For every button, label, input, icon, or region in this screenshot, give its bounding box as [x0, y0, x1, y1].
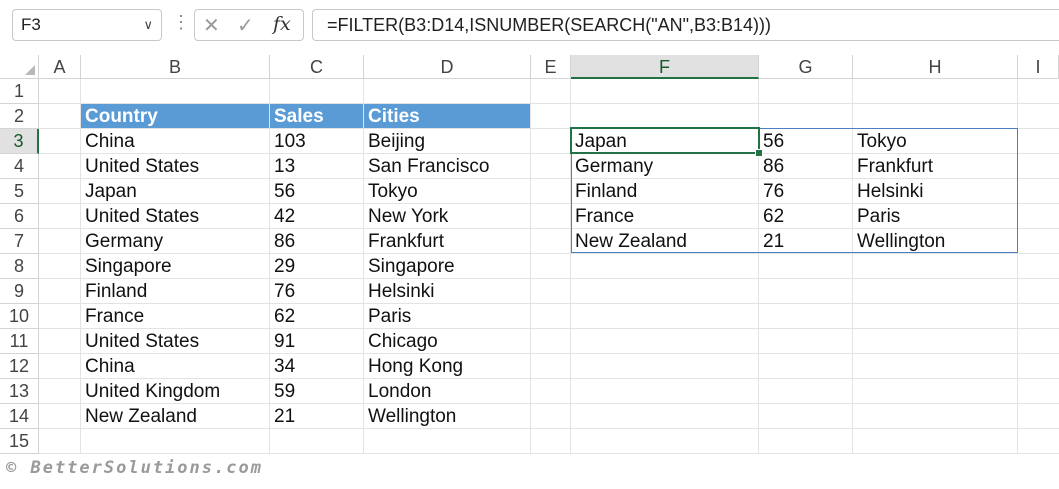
spill-cell[interactable]: 56 [759, 129, 852, 154]
table-header-cell[interactable]: Cities [364, 104, 530, 128]
spill-cell[interactable]: Finland [571, 179, 758, 204]
table-cell[interactable]: Hong Kong [364, 354, 530, 379]
table-cell[interactable]: Paris [364, 304, 530, 329]
table-cell[interactable]: 59 [270, 379, 363, 404]
spill-cell[interactable]: Wellington [853, 229, 1017, 254]
row-header-2[interactable]: 2 [0, 104, 39, 129]
table-cell[interactable]: Frankfurt [364, 229, 530, 254]
enter-icon[interactable]: ✓ [237, 13, 254, 38]
column-header-d[interactable]: D [364, 55, 531, 79]
table-cell[interactable]: Singapore [364, 254, 530, 279]
table-cell[interactable]: London [364, 379, 530, 404]
formula-input[interactable]: =FILTER(B3:D14,ISNUMBER(SEARCH("AN",B3:B… [312, 9, 1059, 41]
gridline-vertical [530, 79, 531, 454]
row-header-14[interactable]: 14 [0, 404, 39, 429]
table-cell[interactable]: Germany [81, 229, 269, 254]
column-header-h[interactable]: H [853, 55, 1018, 79]
spill-cell[interactable]: 21 [759, 229, 852, 254]
spill-cell[interactable]: New Zealand [571, 229, 758, 254]
table-cell[interactable]: 86 [270, 229, 363, 254]
column-header-a[interactable]: A [39, 55, 81, 79]
more-options-icon[interactable]: ⋮ [172, 12, 190, 33]
table-cell[interactable]: France [81, 304, 269, 329]
table-cell[interactable]: San Francisco [364, 154, 530, 179]
table-cell[interactable]: New Zealand [81, 404, 269, 429]
gridline-vertical [1017, 79, 1018, 454]
spill-cell[interactable]: 62 [759, 204, 852, 229]
column-header-g[interactable]: G [759, 55, 853, 79]
spill-cell[interactable]: France [571, 204, 758, 229]
row-header-12[interactable]: 12 [0, 354, 39, 379]
insert-function-icon[interactable]: fx [273, 13, 291, 35]
table-cell[interactable]: United States [81, 204, 269, 229]
table-cell[interactable]: China [81, 129, 269, 154]
table-cell[interactable]: New York [364, 204, 530, 229]
spill-cell[interactable]: Helsinki [853, 179, 1017, 204]
spill-cell[interactable]: Japan [571, 129, 758, 154]
spill-cell[interactable]: Paris [853, 204, 1017, 229]
table-cell[interactable]: 91 [270, 329, 363, 354]
spill-cell[interactable]: Germany [571, 154, 758, 179]
column-header-b[interactable]: B [81, 55, 270, 79]
column-header-e[interactable]: E [531, 55, 571, 79]
table-cell[interactable]: Chicago [364, 329, 530, 354]
row-header-4[interactable]: 4 [0, 154, 39, 179]
table-cell[interactable]: 76 [270, 279, 363, 304]
table-cell[interactable]: Beijing [364, 129, 530, 154]
row-header-1[interactable]: 1 [0, 79, 39, 104]
table-cell[interactable]: 21 [270, 404, 363, 429]
row-header-3[interactable]: 3 [0, 129, 39, 154]
row-header-11[interactable]: 11 [0, 329, 39, 354]
table-cell[interactable]: Helsinki [364, 279, 530, 304]
row-header-8[interactable]: 8 [0, 254, 39, 279]
row-header-10[interactable]: 10 [0, 304, 39, 329]
table-cell[interactable]: Singapore [81, 254, 269, 279]
table-cell[interactable]: Wellington [364, 404, 530, 429]
table-cell[interactable]: United States [81, 329, 269, 354]
name-box[interactable]: F3 ∨ [12, 9, 162, 41]
row-header-15[interactable]: 15 [0, 429, 39, 454]
copyright-footer: © BetterSolutions.com [6, 458, 263, 478]
table-cell[interactable]: 103 [270, 129, 363, 154]
gridline-horizontal [39, 453, 1059, 454]
column-header-c[interactable]: C [270, 55, 364, 79]
row-header-9[interactable]: 9 [0, 279, 39, 304]
table-cell[interactable]: 34 [270, 354, 363, 379]
table-cell[interactable]: 42 [270, 204, 363, 229]
formula-buttons: ✕ ✓ fx [194, 9, 304, 41]
select-all-corner[interactable] [0, 55, 39, 79]
table-header-cell[interactable]: Sales [270, 104, 363, 128]
table-header-cell[interactable]: Country [81, 104, 269, 128]
row-header-7[interactable]: 7 [0, 229, 39, 254]
formula-bar-area: F3 ∨ ⋮ ✕ ✓ fx =FILTER(B3:D14,ISNUMBER(SE… [0, 0, 1059, 52]
row-header-5[interactable]: 5 [0, 179, 39, 204]
table-cell[interactable]: United States [81, 154, 269, 179]
cancel-icon[interactable]: ✕ [203, 13, 220, 38]
table-cell[interactable]: Finland [81, 279, 269, 304]
table-cell[interactable]: 56 [270, 179, 363, 204]
column-header-i[interactable]: I [1018, 55, 1059, 79]
chevron-down-icon[interactable]: ∨ [143, 10, 153, 40]
table-cell[interactable]: China [81, 354, 269, 379]
row-header-6[interactable]: 6 [0, 204, 39, 229]
table-cell[interactable]: 29 [270, 254, 363, 279]
table-cell[interactable]: Japan [81, 179, 269, 204]
spill-cell[interactable]: Frankfurt [853, 154, 1017, 179]
table-cell[interactable]: Tokyo [364, 179, 530, 204]
name-box-value: F3 [21, 15, 41, 34]
row-header-13[interactable]: 13 [0, 379, 39, 404]
table-cell[interactable]: United Kingdom [81, 379, 269, 404]
column-header-f[interactable]: F [571, 55, 759, 79]
spill-cell[interactable]: 86 [759, 154, 852, 179]
spill-cell[interactable]: Tokyo [853, 129, 1017, 154]
table-cell[interactable]: 13 [270, 154, 363, 179]
spill-cell[interactable]: 76 [759, 179, 852, 204]
table-cell[interactable]: 62 [270, 304, 363, 329]
